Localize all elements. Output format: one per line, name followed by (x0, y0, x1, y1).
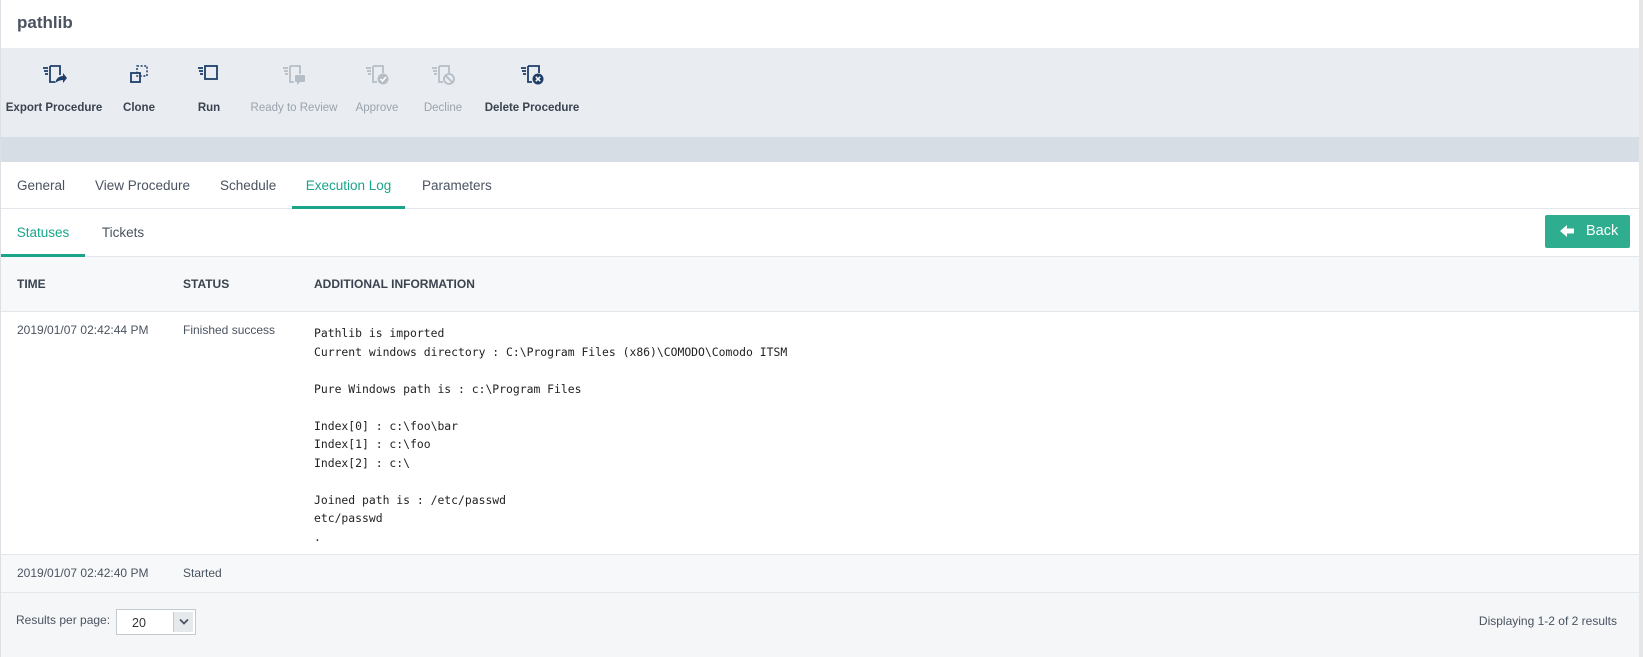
page-title: pathlib (17, 13, 73, 32)
tab-execution-log[interactable]: Execution Log (292, 162, 405, 209)
decline-label: Decline (423, 102, 463, 114)
ready-to-review-button[interactable]: Ready to Review (245, 48, 343, 137)
back-label: Back (1586, 223, 1619, 239)
chevron-down-icon (173, 612, 193, 632)
log-line: Index[2] : c:\ (314, 455, 411, 470)
tab-statuses[interactable]: Statuses (1, 209, 85, 257)
back-button[interactable]: Back (1545, 215, 1630, 248)
log-line: Joined path is : /etc/passwd (314, 492, 507, 507)
row-status: Started (183, 566, 222, 580)
log-line: Current windows directory : C:\Program F… (314, 344, 788, 359)
log-line: . (314, 529, 321, 544)
column-header-status: STATUS (183, 277, 230, 291)
log-line: Pure Windows path is : c:\Program Files (314, 381, 582, 396)
clone-button[interactable]: Clone (111, 48, 167, 137)
run-label: Run (197, 102, 221, 114)
results-per-page-label: Results per page: (16, 613, 111, 627)
toolbar: Export Procedure Clone Run Ready to Revi… (1, 48, 1640, 137)
arrow-left-icon (1560, 225, 1574, 237)
decline-button[interactable]: Decline (415, 48, 471, 137)
log-line: Index[0] : c:\foo\bar (314, 418, 459, 433)
clone-label: Clone (123, 102, 155, 114)
results-count: Displaying 1-2 of 2 results (1478, 614, 1617, 628)
sub-tabs: Statuses Tickets (1, 209, 1640, 257)
main-tabs: General View Procedure Schedule Executio… (1, 162, 1640, 209)
export-procedure-icon (43, 65, 67, 83)
approve-button[interactable]: Approve (349, 48, 405, 137)
tab-parameters[interactable]: Parameters (422, 162, 492, 209)
ready-to-review-icon (283, 65, 305, 85)
toolbar-divider (1, 137, 1640, 162)
column-header-time: TIME (17, 277, 46, 291)
row-status: Finished success (183, 323, 276, 337)
row-time: 2019/01/07 02:42:40 PM (17, 566, 149, 580)
column-header-additional-information: ADDITIONAL INFORMATION (314, 277, 475, 291)
tab-general[interactable]: General (17, 162, 65, 209)
tab-tickets[interactable]: Tickets (99, 209, 147, 257)
results-per-page-select[interactable]: 20 (116, 609, 196, 635)
ready-to-review-label: Ready to Review (250, 102, 338, 114)
run-button[interactable]: Run (181, 48, 237, 137)
log-line: Pathlib is imported (314, 326, 445, 340)
tab-view-procedure[interactable]: View Procedure (95, 162, 190, 209)
table-row: 2019/01/07 02:42:44 PM Finished success … (1, 312, 1640, 555)
export-procedure-button[interactable]: Export Procedure (5, 48, 103, 137)
row-additional-information: Pathlib is imported Current windows dire… (314, 324, 787, 546)
table-row: 2019/01/07 02:42:40 PM Started (1, 555, 1640, 593)
log-line: etc/passwd (314, 511, 383, 525)
decline-icon (432, 65, 455, 85)
procedure-panel: pathlib Export Procedure Clone Run Ready… (0, 0, 1640, 657)
delete-procedure-label: Delete Procedure (484, 102, 580, 114)
log-line: Index[1] : c:\foo (314, 437, 431, 451)
title-bar: pathlib (1, 0, 1640, 48)
approve-label: Approve (355, 102, 399, 114)
table-header: TIME STATUS ADDITIONAL INFORMATION (1, 257, 1640, 312)
approve-icon (366, 65, 389, 85)
results-per-page-value: 20 (132, 616, 146, 630)
tab-schedule[interactable]: Schedule (220, 162, 276, 209)
delete-procedure-button[interactable]: Delete Procedure (481, 48, 583, 137)
clone-icon (130, 65, 148, 83)
delete-procedure-icon (521, 65, 544, 85)
row-time: 2019/01/07 02:42:44 PM (17, 323, 149, 337)
export-procedure-label: Export Procedure (5, 102, 103, 114)
pagination-footer: Results per page: 20 Displaying 1-2 of 2… (1, 593, 1640, 657)
scrollbar[interactable] (1639, 0, 1643, 657)
run-icon (198, 65, 218, 80)
